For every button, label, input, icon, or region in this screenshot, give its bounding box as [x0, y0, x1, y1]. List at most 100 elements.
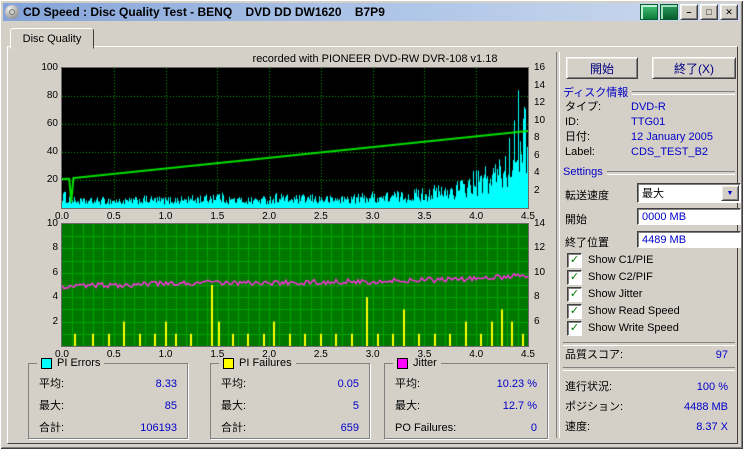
- axis-tick-label: 6: [26, 267, 58, 278]
- show-c1pie-checkbox[interactable]: ✓: [567, 253, 582, 268]
- title-bar: CD Speed : Disc Quality Test - BENQ DVD …: [3, 3, 740, 21]
- end-position-input[interactable]: 4489 MB: [637, 231, 741, 248]
- stat-value: 10.23 %: [497, 377, 537, 391]
- quality-score-label: 品質スコア:: [565, 349, 623, 362]
- checkbox-label: Show C1/PIE: [588, 254, 653, 266]
- speed-select[interactable]: 最大 ▼: [637, 183, 741, 203]
- checkbox-row-jitter: ✓ Show Jitter: [567, 287, 642, 301]
- field-label: 日付:: [565, 131, 631, 144]
- section-title: ディスク情報: [563, 84, 628, 100]
- field-value: CDS_TEST_B2: [631, 146, 708, 159]
- stat-row: PO Failures: 0: [385, 421, 547, 435]
- show-write-speed-checkbox[interactable]: ✓: [567, 321, 582, 336]
- maximize-button[interactable]: □: [700, 4, 718, 20]
- disc-info-section-header: ディスク情報: [563, 84, 735, 100]
- minimize-button[interactable]: –: [680, 4, 698, 20]
- stat-row: 最大: 5: [211, 399, 369, 413]
- stat-row: 平均:0.05: [211, 377, 369, 391]
- stat-value: 0: [531, 421, 537, 435]
- axis-tick-label: 2: [26, 316, 58, 327]
- progress-label: 進行状況:: [565, 381, 612, 394]
- chevron-down-icon[interactable]: ▼: [721, 185, 739, 201]
- axis-tick-label: 2: [534, 185, 558, 196]
- axis-tick-label: 12: [534, 97, 558, 108]
- green-disc-icon[interactable]: [660, 4, 678, 20]
- field-value: 12 January 2005: [631, 131, 713, 144]
- axis-tick-label: 3.0: [358, 349, 388, 360]
- stat-label: 平均:: [221, 377, 246, 391]
- section-title: Settings: [563, 166, 603, 178]
- position-value: 4488 MB: [684, 401, 728, 414]
- field-label: ID:: [565, 116, 631, 129]
- axis-tick-label: 0.5: [99, 349, 129, 360]
- speed-row: 速度: 8.37 X: [565, 421, 728, 434]
- axis-tick-label: 1.0: [151, 349, 181, 360]
- axis-tick-label: 3.0: [358, 211, 388, 222]
- axis-tick-label: 4: [26, 291, 58, 302]
- speed-label: 転送速度: [565, 187, 609, 203]
- cdspeed-window: CD Speed : Disc Quality Test - BENQ DVD …: [0, 0, 743, 449]
- cd-hole: [9, 9, 15, 15]
- start-button[interactable]: 開始: [566, 57, 638, 79]
- start-position-label: 開始: [565, 211, 587, 227]
- section-rule: [632, 91, 735, 95]
- axis-tick-label: 1.5: [202, 349, 232, 360]
- field-label: Label:: [565, 146, 631, 159]
- pi-errors-chart: [61, 67, 529, 209]
- position-label: ポジション:: [565, 401, 623, 414]
- quality-score-row: 品質スコア: 97: [565, 349, 728, 362]
- stat-label: 平均:: [39, 377, 64, 391]
- stat-label: 平均:: [395, 377, 420, 391]
- axis-tick-label: 8: [534, 132, 558, 143]
- exit-button[interactable]: 終了(X): [652, 57, 736, 79]
- stat-row: 最大:12.7 %: [385, 399, 547, 413]
- disc-date-row: 日付:12 January 2005: [565, 131, 735, 144]
- stat-row: 合計:106193: [29, 421, 187, 435]
- close-button[interactable]: ✕: [720, 4, 738, 20]
- stat-row: 平均: 10.23 %: [385, 377, 547, 391]
- axis-tick-label: 10: [534, 267, 558, 278]
- score-separator-top: [563, 342, 735, 346]
- show-jitter-checkbox[interactable]: ✓: [567, 287, 582, 302]
- stat-value: 106193: [140, 421, 177, 435]
- start-position-input[interactable]: 0000 MB: [637, 208, 741, 225]
- axis-tick-label: 2.0: [254, 211, 284, 222]
- axis-tick-label: 6: [534, 150, 558, 161]
- stat-label: 最大:: [221, 399, 246, 413]
- green-chart-icon[interactable]: [640, 4, 658, 20]
- recorded-with-text: recorded with PIONEER DVD-RW DVR-108 v1.…: [220, 53, 530, 65]
- progress-value: 100 %: [697, 381, 728, 394]
- stat-value: 12.7 %: [503, 399, 537, 413]
- app-icon-cd[interactable]: [5, 5, 19, 19]
- show-c2pif-checkbox[interactable]: ✓: [567, 270, 582, 285]
- disc-id-row: ID:TTG01: [565, 116, 735, 129]
- stat-row: 合計:659: [211, 421, 369, 435]
- axis-tick-label: 0.5: [99, 211, 129, 222]
- jitter-color-swatch: [397, 358, 408, 369]
- speed-value: 8.37 X: [696, 421, 728, 434]
- stat-value: 659: [341, 421, 359, 435]
- stat-value: 5: [353, 399, 359, 413]
- axis-tick-label: 40: [26, 146, 58, 157]
- field-value: TTG01: [631, 116, 665, 129]
- show-read-speed-checkbox[interactable]: ✓: [567, 304, 582, 319]
- stat-label: PO Failures:: [395, 421, 456, 435]
- score-separator-bottom: [563, 367, 735, 371]
- speed-value-label: 速度:: [565, 421, 590, 434]
- checkbox-row-c1pie: ✓ Show C1/PIE: [567, 253, 653, 267]
- axis-tick-label: 1.0: [151, 211, 181, 222]
- axis-tick-label: 3.5: [409, 349, 439, 360]
- checkbox-label: Show Write Speed: [588, 322, 679, 334]
- checkbox-row-write-speed: ✓ Show Write Speed: [567, 321, 679, 335]
- tab-disc-quality[interactable]: Disc Quality: [10, 28, 94, 49]
- axis-tick-label: 4.0: [461, 211, 491, 222]
- axis-tick-label: 10: [26, 218, 58, 229]
- axis-tick-label: 8: [26, 242, 58, 253]
- checkbox-label: Show Jitter: [588, 288, 642, 300]
- axis-tick-label: 12: [534, 242, 558, 253]
- checkbox-label: Show C2/PIF: [588, 271, 653, 283]
- quality-score-value: 97: [716, 349, 728, 362]
- axis-tick-label: 2.5: [306, 211, 336, 222]
- axis-tick-label: 2.0: [254, 349, 284, 360]
- stat-value: 8.33: [156, 377, 177, 391]
